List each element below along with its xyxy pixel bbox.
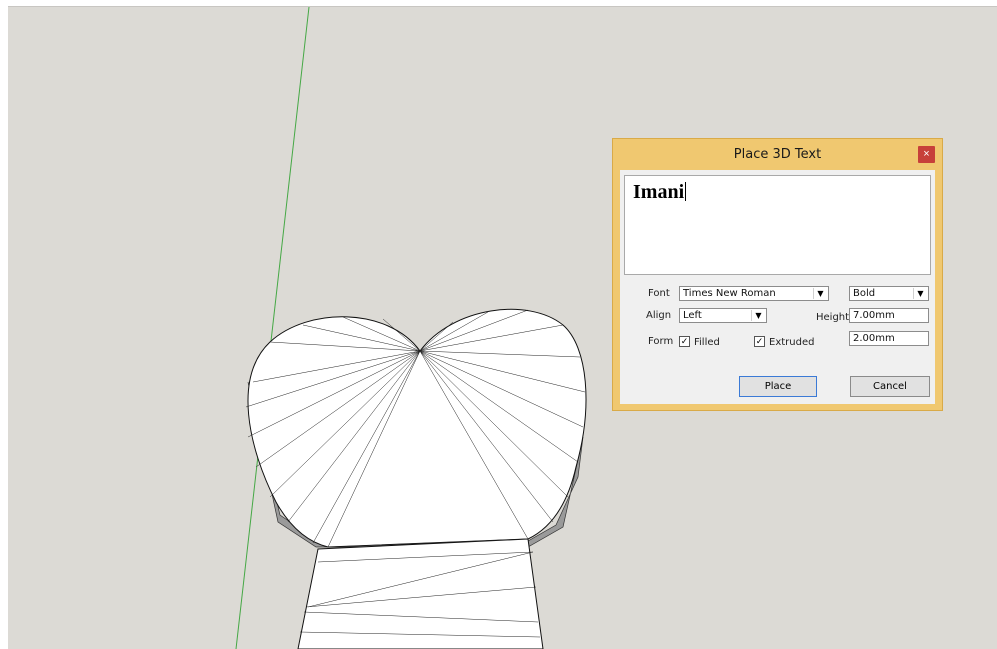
style-select-value: Bold	[853, 288, 876, 299]
filled-label: Filled	[694, 337, 720, 348]
text-input[interactable]: Imani	[624, 175, 931, 275]
height-input[interactable]: 7.00mm	[849, 308, 929, 323]
heart-top-face	[247, 308, 587, 548]
align-label: Align	[646, 310, 672, 321]
dialog-title: Place 3D Text	[733, 147, 822, 162]
align-select[interactable]: Left ▼	[679, 308, 767, 323]
text-caret	[685, 182, 687, 201]
extruded-label: Extruded	[769, 337, 815, 348]
extrusion-input[interactable]: 2.00mm	[849, 331, 929, 346]
height-label: Height	[816, 312, 850, 323]
align-select-value: Left	[683, 310, 702, 321]
form-label: Form	[648, 336, 674, 347]
dialog-body: Imani Font Times New Roman ▼ Bold ▼ Alig…	[620, 170, 935, 404]
style-select[interactable]: Bold ▼	[849, 286, 929, 301]
modeling-viewport[interactable]: Place 3D Text × Imani Font Times New Rom…	[8, 6, 997, 649]
filled-checkbox[interactable]: ✓	[679, 336, 690, 347]
place-3d-text-dialog: Place 3D Text × Imani Font Times New Rom…	[612, 138, 943, 411]
font-label: Font	[648, 288, 670, 299]
cancel-button[interactable]: Cancel	[850, 376, 930, 397]
chevron-down-icon: ▼	[751, 310, 765, 321]
text-input-value: Imani	[633, 181, 685, 203]
font-select-value: Times New Roman	[683, 288, 776, 299]
close-button[interactable]: ×	[918, 146, 935, 163]
chevron-down-icon: ▼	[913, 288, 927, 299]
extruded-checkbox[interactable]: ✓	[754, 336, 765, 347]
font-select[interactable]: Times New Roman ▼	[679, 286, 829, 301]
chevron-down-icon: ▼	[813, 288, 827, 299]
place-button[interactable]: Place	[739, 376, 817, 397]
